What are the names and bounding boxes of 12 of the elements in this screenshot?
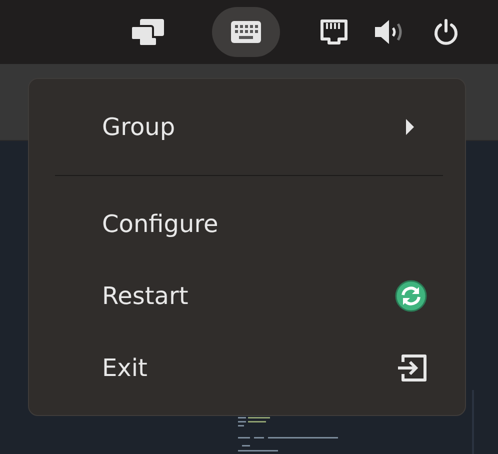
displays-icon[interactable] <box>131 18 165 46</box>
menu-item[interactable]: Configure <box>29 188 465 260</box>
menu-item[interactable]: Exit <box>29 332 465 404</box>
keyboard-button-highlight[interactable] <box>212 7 280 57</box>
ethernet-port-icon[interactable] <box>320 19 348 45</box>
refresh-icon <box>395 280 427 312</box>
menu-item[interactable]: Restart <box>29 260 465 332</box>
keyboard-icon[interactable] <box>231 21 261 43</box>
power-icon[interactable] <box>433 19 459 45</box>
exit-icon <box>397 354 427 382</box>
menu-item[interactable]: Group <box>29 91 465 163</box>
submenu-arrow-icon <box>405 118 415 136</box>
